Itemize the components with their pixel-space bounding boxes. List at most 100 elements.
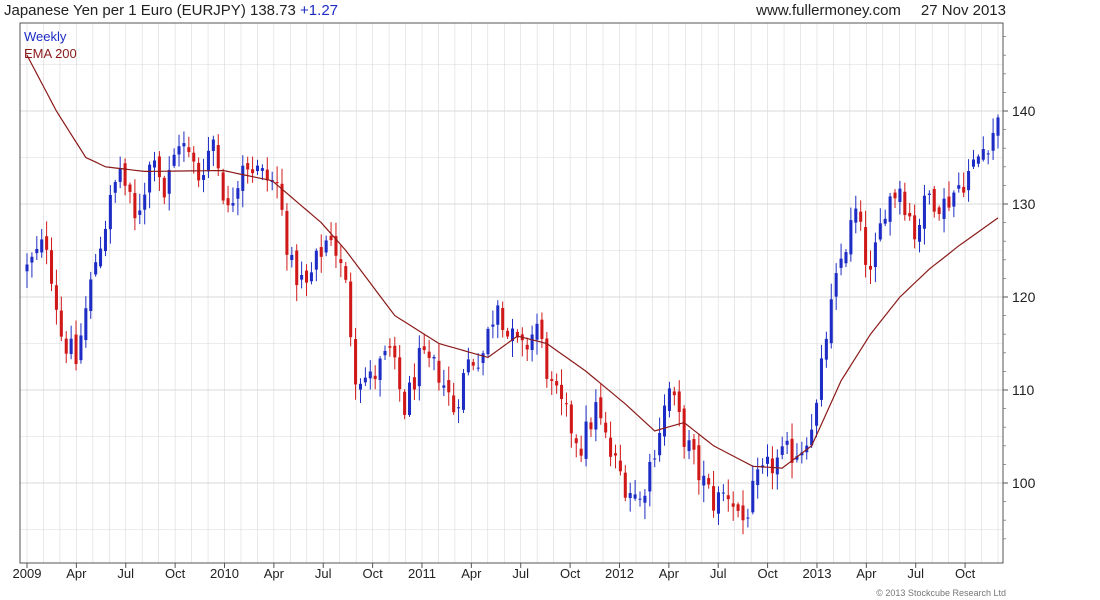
candle-body	[300, 275, 304, 280]
candle-body	[560, 384, 564, 400]
candle-body	[172, 154, 176, 166]
candle-body	[30, 256, 34, 263]
x-tick-label: 2010	[210, 566, 239, 581]
x-tick-label: Apr	[264, 566, 285, 581]
candle-body	[594, 402, 598, 430]
candle-body	[373, 375, 377, 380]
candle-body	[604, 422, 608, 433]
candle-body	[339, 259, 343, 264]
candle-body	[177, 146, 181, 155]
y-tick-label: 100	[1012, 475, 1036, 491]
candle-body	[363, 377, 367, 383]
x-tick-label: Jul	[710, 566, 727, 581]
candle-body	[525, 344, 529, 350]
y-tick-label: 130	[1012, 196, 1036, 212]
candle-body	[157, 156, 161, 178]
candle-body	[903, 191, 907, 216]
candle-body	[260, 168, 264, 171]
candle-body	[947, 196, 951, 208]
candle-body	[427, 351, 431, 358]
candle-body	[952, 192, 956, 207]
candle-body	[555, 381, 559, 386]
candle-body	[246, 163, 250, 170]
candle-body	[211, 139, 215, 151]
x-axis: 2009 Apr Jul Oct 2010 Apr Jul Oct 2011 Apr Jul Oct 2…	[13, 563, 976, 581]
candle-body	[138, 210, 142, 215]
candle-body	[957, 185, 961, 189]
candle-body	[457, 407, 461, 409]
x-tick-label: Apr	[461, 566, 482, 581]
candle-body	[873, 242, 877, 268]
candlestick-chart: 100 110 120 130 140 2009 Apr Jul Oct 2010 Apr Jul O…	[13, 22, 1036, 581]
legend-ema-200: EMA 200	[24, 46, 77, 61]
candle-body	[535, 323, 539, 340]
candle-body	[672, 391, 676, 396]
candle-body	[864, 227, 868, 265]
candle-body	[682, 408, 686, 447]
candle-body	[976, 156, 980, 164]
candle-body	[398, 357, 402, 390]
candle-body	[913, 215, 917, 240]
candle-body	[452, 395, 456, 413]
x-tick-label: 2012	[605, 566, 634, 581]
x-tick-label: Oct	[757, 566, 778, 581]
x-tick-label: Jul	[315, 566, 332, 581]
copyright-note: © 2013 Stockcube Research Ltd	[876, 588, 1006, 598]
candle-body	[623, 472, 627, 498]
x-tick-label: Jul	[907, 566, 924, 581]
y-tick-label: 110	[1012, 382, 1035, 398]
candle-body	[329, 235, 333, 241]
candle-body	[442, 385, 446, 388]
candle-body	[187, 147, 191, 153]
candle-body	[148, 164, 152, 193]
candle-body	[403, 391, 407, 415]
candle-body	[564, 403, 568, 405]
candle-body	[103, 228, 107, 252]
x-tick-label: Apr	[856, 566, 877, 581]
candle-body	[942, 198, 946, 219]
x-tick-label: 2009	[13, 566, 42, 581]
candle-body	[216, 145, 220, 169]
candle-body	[447, 380, 451, 393]
candle-body	[344, 266, 348, 280]
candle-body	[236, 188, 240, 199]
candle-body	[643, 495, 647, 503]
candle-body	[358, 383, 362, 390]
candle-body	[653, 458, 657, 460]
candle-body	[486, 328, 490, 355]
candle-body	[285, 210, 289, 255]
candle-body	[305, 270, 309, 283]
candle-body	[707, 478, 711, 485]
candle-body	[388, 346, 392, 348]
candle-body	[815, 402, 819, 426]
candle-body	[692, 439, 696, 450]
plot-area	[20, 23, 1003, 563]
candle-body	[128, 184, 132, 192]
legend-weekly: Weekly	[24, 29, 67, 44]
candle-body	[349, 281, 353, 338]
candle-body	[613, 453, 618, 456]
candle-body	[74, 334, 78, 365]
candle-body	[731, 503, 735, 507]
candle-body	[481, 353, 485, 363]
candle-body	[319, 247, 323, 257]
candle-body	[746, 517, 750, 519]
x-tick-label: 2013	[803, 566, 832, 581]
candle-body	[868, 265, 873, 270]
candle-body	[854, 208, 858, 223]
candle-body	[633, 494, 637, 499]
candle-body	[834, 273, 838, 297]
candle-body	[383, 350, 387, 356]
candle-body	[986, 153, 990, 155]
candle-body	[991, 132, 995, 151]
candle-body	[618, 460, 622, 472]
candle-body	[898, 188, 902, 203]
candle-body	[255, 165, 260, 172]
candle-body	[432, 356, 436, 359]
x-tick-label: Apr	[659, 566, 680, 581]
y-tick-label: 120	[1012, 289, 1036, 305]
candle-body	[530, 334, 534, 350]
candle-body	[721, 492, 725, 494]
candle-body	[99, 248, 103, 267]
candle-body	[412, 377, 416, 390]
